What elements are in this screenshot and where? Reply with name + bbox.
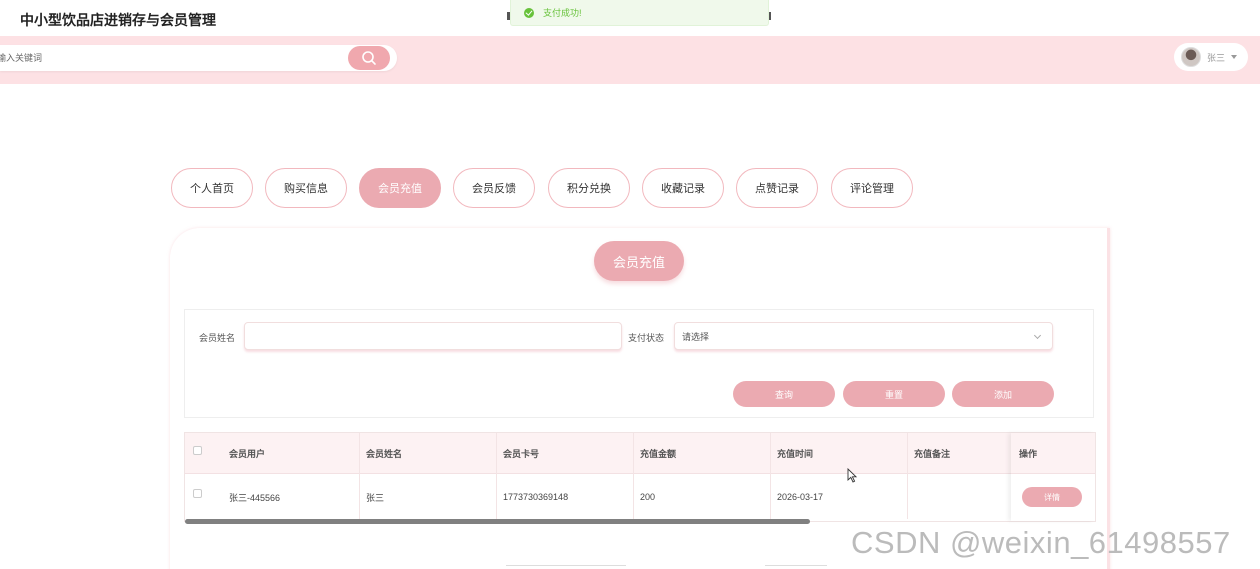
add-button[interactable]: 添加 <box>952 381 1054 407</box>
col-header: 充值时间 <box>777 449 814 459</box>
member-name-label: 会员姓名 <box>199 333 236 343</box>
row-checkbox[interactable] <box>193 489 202 498</box>
cell-card: 1773730369148 <box>503 492 569 502</box>
tab-purchases[interactable]: 购买信息 <box>265 168 347 208</box>
tab-likes[interactable]: 点赞记录 <box>736 168 818 208</box>
search-button[interactable] <box>348 46 390 70</box>
col-header: 会员卡号 <box>503 449 540 459</box>
search-box <box>0 45 397 71</box>
query-button[interactable]: 查询 <box>733 381 835 407</box>
tab-points[interactable]: 积分兑换 <box>548 168 630 208</box>
tab-home[interactable]: 个人首页 <box>171 168 253 208</box>
col-header: 充值备注 <box>914 449 951 459</box>
avatar <box>1181 47 1201 67</box>
detail-button[interactable]: 详情 <box>1022 487 1082 507</box>
tab-favorites[interactable]: 收藏记录 <box>642 168 724 208</box>
app-title: 中小型饮品店进销存与会员管理 <box>20 12 216 28</box>
col-header: 会员用户 <box>229 449 266 459</box>
member-name-input[interactable] <box>244 322 622 350</box>
select-all-checkbox[interactable] <box>193 446 202 455</box>
recharge-table: 会员用户 会员姓名 会员卡号 充值金额 充值时间 充值备注 张三-445566 … <box>184 432 1096 522</box>
reset-button[interactable]: 重置 <box>843 381 945 407</box>
pagination-fragment <box>506 565 626 569</box>
mouse-cursor-icon <box>847 468 857 483</box>
pagination-fragment <box>765 565 827 569</box>
user-menu[interactable]: 张三 <box>1174 43 1248 71</box>
cell-time: 2026-03-17 <box>777 492 824 502</box>
search-bar: 张三 <box>0 36 1260 84</box>
col-header: 会员姓名 <box>366 449 403 459</box>
chevron-down-icon <box>1033 331 1042 340</box>
action-header: 操作 <box>1011 433 1095 474</box>
pay-status-select[interactable]: 请选择 <box>674 322 1053 350</box>
table-row: 张三-445566 张三 1773730369148 200 2026-03-1… <box>185 475 1095 519</box>
user-name: 张三 <box>1207 52 1226 63</box>
tab-feedback[interactable]: 会员反馈 <box>453 168 535 208</box>
search-input[interactable] <box>0 45 340 71</box>
col-header: 充值金额 <box>640 449 677 459</box>
chevron-down-icon <box>1231 55 1238 59</box>
search-icon <box>362 51 376 65</box>
cell-user: 张三-445566 <box>229 492 281 503</box>
table-header: 会员用户 会员姓名 会员卡号 充值金额 充值时间 充值备注 <box>185 433 1095 474</box>
success-toast: 支付成功! <box>510 0 769 26</box>
tab-recharge[interactable]: 会员充值 <box>359 168 441 208</box>
col-header: 操作 <box>1019 449 1038 459</box>
tab-comments[interactable]: 评论管理 <box>831 168 913 208</box>
pay-status-label: 支付状态 <box>628 333 665 343</box>
success-check-icon <box>524 7 534 18</box>
page-title: 会员充值 <box>594 241 684 281</box>
cell-amount: 200 <box>640 492 656 502</box>
cell-name: 张三 <box>366 492 385 503</box>
watermark: CSDN @weixin_61498557 <box>851 525 1231 560</box>
pay-status-value: 请选择 <box>682 331 710 342</box>
action-column: 操作 详情 <box>1011 433 1095 521</box>
toast-message: 支付成功! <box>543 8 582 18</box>
horizontal-scrollbar[interactable] <box>185 519 810 524</box>
